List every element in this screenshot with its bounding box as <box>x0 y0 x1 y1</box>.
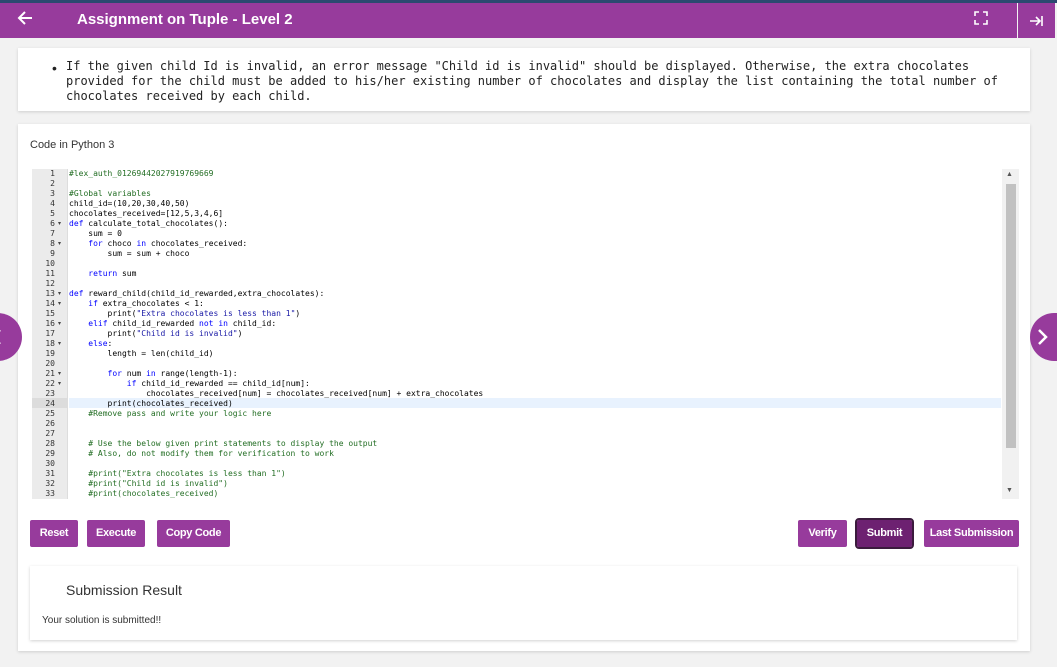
code-line: def calculate_total_chocolates(): <box>69 219 228 228</box>
code-line: #print(chocolates_received) <box>88 489 219 498</box>
fold-toggle-icon[interactable]: ▾ <box>58 369 61 379</box>
header-bar: Assignment on Tuple - Level 2 <box>0 3 1017 38</box>
line-number: 3 <box>50 189 55 198</box>
code-line: sum = sum + choco <box>69 249 190 258</box>
code-line: for num in range(length-1): <box>107 369 238 378</box>
code-card: Code in Python 3 1 #lex_auth_012694420279… <box>18 124 1030 651</box>
fold-toggle-icon[interactable]: ▾ <box>58 339 61 349</box>
line-number: 11 <box>45 269 55 278</box>
code-line: #Global variables <box>69 189 151 198</box>
code-line: length = len(child_id) <box>69 349 214 358</box>
code-line: chocolates_received=[12,5,3,4,6] <box>69 209 224 218</box>
scroll-down-icon[interactable]: ▼ <box>1006 487 1013 494</box>
code-line: print(chocolates_received) <box>69 399 233 408</box>
line-number: 7 <box>50 229 55 238</box>
scrollbar-thumb[interactable] <box>1006 184 1016 448</box>
line-number: 17 <box>45 329 55 338</box>
submission-result-panel: Submission Result Your solution is submi… <box>30 566 1017 640</box>
copy-code-button[interactable]: Copy Code <box>157 520 230 547</box>
submit-button[interactable]: Submit <box>855 518 914 549</box>
line-number: 32 <box>45 479 55 488</box>
execute-button[interactable]: Execute <box>87 520 145 547</box>
code-line: child_id=(10,20,30,40,50) <box>69 199 190 208</box>
language-label: Code in Python 3 <box>30 139 115 151</box>
code-line: if child_id_rewarded == child_id[num]: <box>126 379 310 388</box>
next-page-button[interactable] <box>1030 313 1057 361</box>
code-editor[interactable]: 1 #lex_auth_01269442027919769669 2 3 #Global… <box>32 169 1019 499</box>
scroll-up-icon[interactable]: ▲ <box>1006 171 1013 178</box>
line-number: 24 <box>45 399 55 408</box>
code-line: #print("Extra chocolates is less than 1"… <box>88 469 286 478</box>
line-number: 12 <box>45 279 55 288</box>
fold-toggle-icon[interactable]: ▾ <box>58 239 61 249</box>
submission-result-title: Submission Result <box>66 582 182 598</box>
code-line: #lex_auth_01269442027919769669 <box>69 169 214 178</box>
fold-toggle-icon[interactable]: ▾ <box>58 319 61 329</box>
line-number: 8 <box>50 239 55 248</box>
problem-description-card: • If the given child Id is invalid, an e… <box>18 48 1030 111</box>
line-number: 16 <box>45 319 55 328</box>
code-line: # Also, do not modify them for verificat… <box>88 449 334 458</box>
problem-description-text: If the given child Id is invalid, an err… <box>66 59 998 103</box>
fold-toggle-icon[interactable]: ▾ <box>58 289 61 299</box>
chevron-right-icon <box>1038 329 1048 346</box>
line-number: 33 <box>45 489 55 498</box>
chevron-left-icon <box>0 330 1 345</box>
line-number: 4 <box>50 199 55 208</box>
line-number: 6 <box>50 219 55 228</box>
fullscreen-icon[interactable] <box>974 11 992 29</box>
code-line: chocolates_received[num] = chocolates_re… <box>69 389 484 398</box>
line-number: 28 <box>45 439 55 448</box>
arrow-left-icon[interactable] <box>17 9 33 31</box>
line-number: 19 <box>45 349 55 358</box>
line-number: 18 <box>45 339 55 348</box>
verify-button[interactable]: Verify <box>798 520 847 547</box>
line-number: 13 <box>45 289 55 298</box>
code-line: sum = 0 <box>69 229 122 238</box>
code-line: #Remove pass and write your logic here <box>88 409 272 418</box>
fold-toggle-icon[interactable]: ▾ <box>58 219 61 229</box>
line-number: 2 <box>50 179 55 188</box>
page-title: Assignment on Tuple - Level 2 <box>77 11 293 28</box>
code-line: if extra_chocolates < 1: <box>88 299 204 308</box>
line-number: 26 <box>45 419 55 428</box>
code-line: def reward_child(child_id_rewarded,extra… <box>69 289 325 298</box>
code-line: print("Extra chocolates is less than 1") <box>69 309 301 318</box>
code-line: # Use the below given print statements t… <box>88 439 378 448</box>
line-number: 5 <box>50 209 55 218</box>
code-line: else: <box>88 339 113 348</box>
line-number: 23 <box>45 389 55 398</box>
line-number: 25 <box>45 409 55 418</box>
line-number: 27 <box>45 429 55 438</box>
line-number: 22 <box>45 379 55 388</box>
line-number: 20 <box>45 359 55 368</box>
line-number: 10 <box>45 259 55 268</box>
code-line: print("Child id is invalid") <box>69 329 243 338</box>
code-line: elif child_id_rewarded not in child_id: <box>88 319 277 328</box>
line-number: 30 <box>45 459 55 468</box>
submission-result-message: Your solution is submitted!! <box>42 615 162 626</box>
last-submission-button[interactable]: Last Submission <box>924 520 1019 547</box>
fold-toggle-icon[interactable]: ▾ <box>58 299 61 309</box>
line-number: 15 <box>45 309 55 318</box>
line-number: 31 <box>45 469 55 478</box>
line-number: 14 <box>45 299 55 308</box>
fold-toggle-icon[interactable]: ▾ <box>58 379 61 389</box>
line-number: 21 <box>45 369 55 378</box>
code-line: for choco in chocolates_received: <box>88 239 248 248</box>
line-number: 29 <box>45 449 55 458</box>
editor-scrollbar[interactable]: ▲ ▼ <box>1002 169 1019 499</box>
reset-button[interactable]: Reset <box>30 520 78 547</box>
code-line: #print("Child id is invalid") <box>88 479 228 488</box>
bullet-point: • <box>52 60 57 76</box>
code-line: return sum <box>88 269 137 278</box>
line-number: 9 <box>50 249 55 258</box>
collapse-panel-icon[interactable] <box>1018 3 1055 38</box>
line-number: 1 <box>50 169 55 178</box>
